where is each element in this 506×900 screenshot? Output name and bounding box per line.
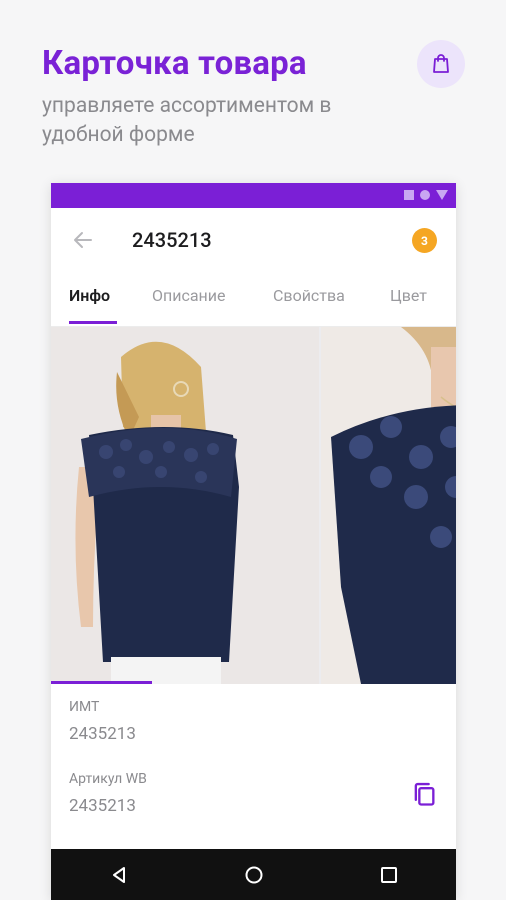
phone-screen: 2435213 3 Инфо Описание Свойства Цвет ИМ… [51,183,456,900]
product-gallery[interactable] [51,327,456,684]
signal-icon [436,190,448,200]
back-triangle-icon [112,866,125,883]
field-label-imt: ИМТ [69,699,100,715]
home-circle-icon [245,866,262,883]
copy-icon[interactable] [410,780,438,808]
nav-recents-button[interactable] [369,855,409,895]
arrow-back-icon[interactable] [71,228,95,252]
product-tabs: Инфо Описание Свойства Цвет [51,272,456,327]
product-id-title: 2435213 [132,228,212,252]
product-photo-back[interactable] [51,327,319,684]
promo-title: Карточка товара [42,44,307,83]
shopping-bag-button[interactable] [417,40,465,88]
notification-badge[interactable]: 3 [412,228,437,253]
nav-home-button[interactable] [234,855,274,895]
recents-square-icon [380,866,397,883]
promo-subtitle: управляете ассортиментом в удобной форме [42,94,332,147]
product-photo-closeup[interactable] [321,327,456,684]
field-value-article: 2435213 [69,796,136,816]
tab-color[interactable]: Цвет [390,286,427,305]
status-bar [51,183,456,208]
tab-properties[interactable]: Свойства [273,286,345,305]
android-navigation-bar [51,849,456,900]
app-bar: 2435213 3 [51,208,456,272]
nav-back-button[interactable] [99,855,139,895]
tab-description[interactable]: Описание [152,286,226,305]
active-tab-indicator [69,321,117,324]
field-label-article: Артикул WB [69,771,147,787]
tab-info[interactable]: Инфо [69,286,110,305]
record-icon [420,190,430,200]
field-value-imt: 2435213 [69,724,136,744]
stop-icon [404,190,414,200]
shopping-bag-icon [433,54,449,73]
